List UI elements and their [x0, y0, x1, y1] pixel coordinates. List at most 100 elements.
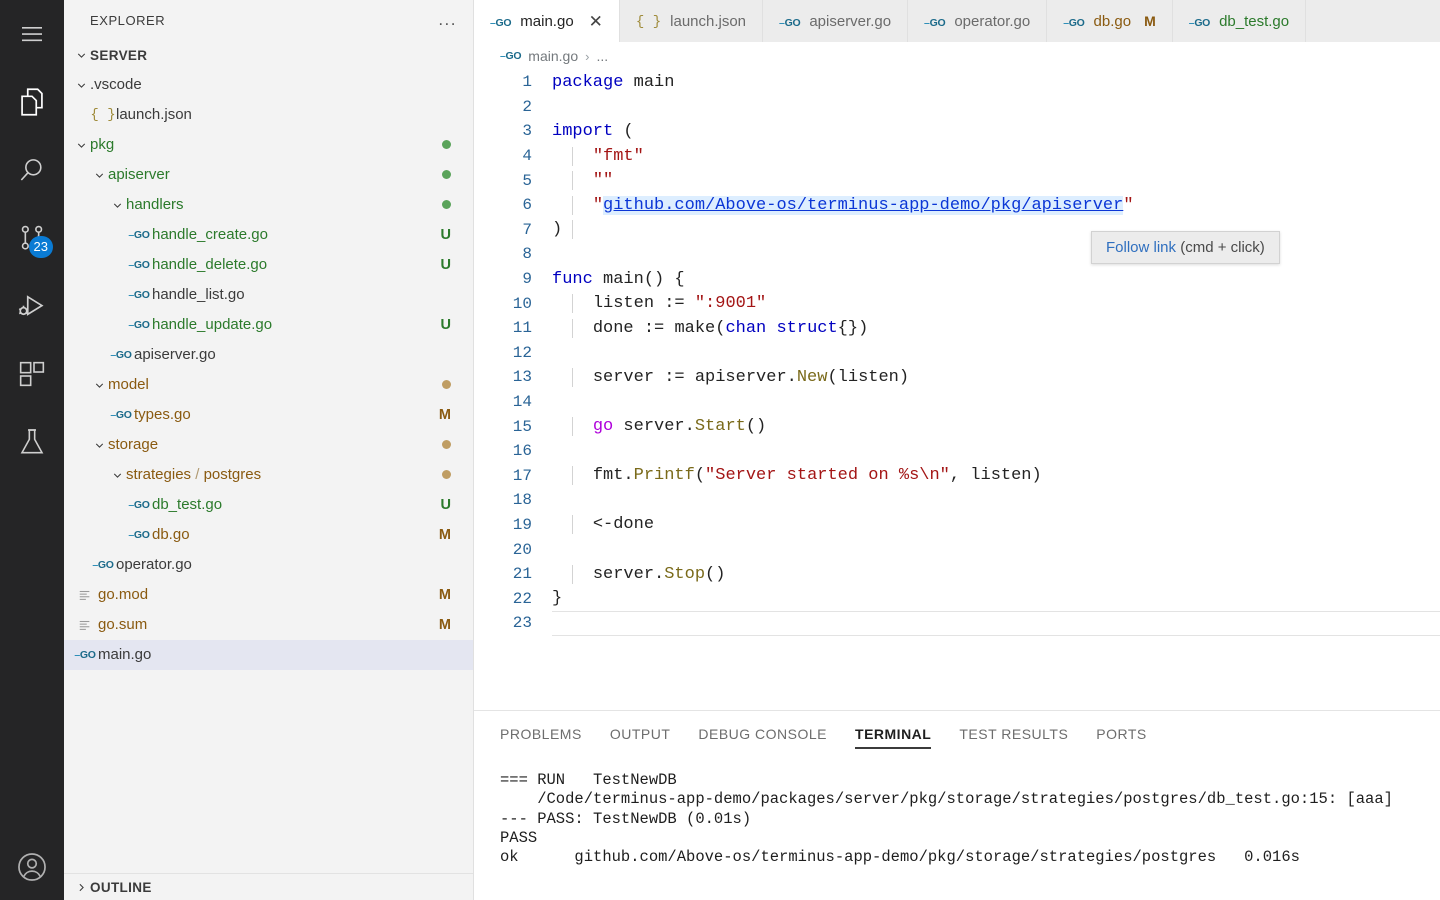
search-icon[interactable] — [0, 136, 64, 204]
breadcrumb[interactable]: –GO main.go › ... — [474, 42, 1440, 70]
git-status-letter: M — [439, 587, 451, 603]
tree-item-pkg[interactable]: pkg — [64, 130, 473, 160]
git-status-letter: U — [441, 227, 451, 243]
go-file-icon: –GO — [126, 229, 152, 241]
editor-tab-db_test-go[interactable]: –GOdb_test.go — [1173, 0, 1306, 42]
code-line[interactable]: 13 server := apiserver.New(listen) — [474, 365, 1440, 390]
editor-tab-launch-json[interactable]: { }launch.json — [620, 0, 763, 42]
code-line[interactable]: 18 — [474, 488, 1440, 513]
code-line[interactable]: 11 done := make(chan struct{}) — [474, 316, 1440, 341]
explorer-more-actions-button[interactable]: ... — [438, 15, 457, 25]
code-line[interactable]: 5 "" — [474, 168, 1440, 193]
tree-item-handle_update.go[interactable]: –GOhandle_update.goU — [64, 310, 473, 340]
panel-tab-output[interactable]: OUTPUT — [610, 711, 671, 757]
menu-icon[interactable] — [0, 0, 64, 68]
tree-item-handle_create.go[interactable]: –GOhandle_create.goU — [64, 220, 473, 250]
tree-item-go.mod[interactable]: go.modM — [64, 580, 473, 610]
chevron-down-icon[interactable] — [90, 379, 108, 392]
breadcrumb-rest[interactable]: ... — [596, 48, 608, 64]
close-icon[interactable]: ✕ — [589, 13, 603, 30]
breadcrumb-file[interactable]: main.go — [528, 48, 578, 64]
tab-git-status: M — [1144, 13, 1156, 29]
chevron-down-icon[interactable] — [108, 469, 126, 482]
code-editor[interactable]: 1package main23import (4 "fmt"5 ""6 "git… — [474, 70, 1440, 710]
code-text: go server.Start() — [552, 417, 766, 436]
tree-item-launch.json[interactable]: { }launch.json — [64, 100, 473, 130]
extensions-icon[interactable] — [0, 340, 64, 408]
editor-tab-operator-go[interactable]: –GOoperator.go — [908, 0, 1047, 42]
code-line[interactable]: 9func main() { — [474, 267, 1440, 292]
git-status-letter: M — [439, 527, 451, 543]
testing-icon[interactable] — [0, 408, 64, 476]
tree-item-handle_list.go[interactable]: –GOhandle_list.go — [64, 280, 473, 310]
tree-item-label: go.sum — [98, 610, 147, 640]
editor-tab-db-go[interactable]: –GOdb.goM — [1047, 0, 1173, 42]
account-icon[interactable] — [0, 850, 64, 884]
tree-item-main.go[interactable]: –GOmain.go — [64, 640, 473, 670]
code-line[interactable]: 3import ( — [474, 119, 1440, 144]
code-line[interactable]: 21 server.Stop() — [474, 562, 1440, 587]
chevron-down-icon[interactable] — [90, 439, 108, 452]
panel-tab-debug-console[interactable]: DEBUG CONSOLE — [698, 711, 827, 757]
code-line[interactable]: 23 — [474, 611, 1440, 636]
outline-section-header[interactable]: OUTLINE — [64, 874, 473, 900]
tree-item-.vscode[interactable]: .vscode — [64, 70, 473, 100]
code-line[interactable]: 17 fmt.Printf("Server started on %s\n", … — [474, 464, 1440, 489]
tree-item-apiserver[interactable]: apiserver — [64, 160, 473, 190]
chevron-down-icon[interactable] — [72, 79, 90, 92]
code-line[interactable]: 20 — [474, 537, 1440, 562]
line-number: 19 — [474, 516, 552, 534]
code-line[interactable]: 22} — [474, 586, 1440, 611]
code-line[interactable]: 4 "fmt" — [474, 144, 1440, 169]
tree-item-storage[interactable]: storage — [64, 430, 473, 460]
code-line[interactable]: 2 — [474, 95, 1440, 120]
file-tree: .vscode{ }launch.jsonpkgapiserverhandler… — [64, 70, 473, 873]
explorer-icon[interactable] — [0, 68, 64, 136]
tree-item-label: db.go — [152, 520, 190, 550]
code-line[interactable]: 16 — [474, 439, 1440, 464]
code-line[interactable]: 15 go server.Start() — [474, 414, 1440, 439]
panel-tab-terminal[interactable]: TERMINAL — [855, 711, 931, 757]
panel-tab-ports[interactable]: PORTS — [1096, 711, 1146, 757]
tree-item-operator.go[interactable]: –GOoperator.go — [64, 550, 473, 580]
run-debug-icon[interactable] — [0, 272, 64, 340]
editor-area: –GOmain.go✕{ }launch.json–GOapiserver.go… — [474, 0, 1440, 900]
line-number: 3 — [474, 122, 552, 140]
terminal-line: PASS — [500, 829, 1440, 848]
editor-tab-apiserver-go[interactable]: –GOapiserver.go — [763, 0, 908, 42]
terminal-output[interactable]: === RUN TestNewDB /Code/terminus-app-dem… — [474, 757, 1440, 900]
tree-item-go.sum[interactable]: go.sumM — [64, 610, 473, 640]
panel-tab-test-results[interactable]: TEST RESULTS — [959, 711, 1068, 757]
code-line[interactable]: 7) — [474, 218, 1440, 243]
tree-item-db.go[interactable]: –GOdb.goM — [64, 520, 473, 550]
code-text: server := apiserver.New(listen) — [552, 368, 909, 387]
code-line[interactable]: 8 — [474, 242, 1440, 267]
code-line[interactable]: 1package main — [474, 70, 1440, 95]
code-line[interactable]: 19 <-done — [474, 513, 1440, 538]
tree-item-strategies-postgres[interactable]: strategies / postgres — [64, 460, 473, 490]
tree-item-handlers[interactable]: handlers — [64, 190, 473, 220]
git-status-letter: U — [441, 317, 451, 333]
line-number: 15 — [474, 418, 552, 436]
go-file-icon: –GO — [1189, 13, 1210, 30]
editor-tab-main-go[interactable]: –GOmain.go✕ — [474, 0, 620, 42]
tree-item-db_test.go[interactable]: –GOdb_test.goU — [64, 490, 473, 520]
tree-item-model[interactable]: model — [64, 370, 473, 400]
panel-tab-problems[interactable]: PROBLEMS — [500, 711, 582, 757]
tree-item-apiserver.go[interactable]: –GOapiserver.go — [64, 340, 473, 370]
tooltip-link-text[interactable]: Follow link — [1106, 239, 1176, 256]
code-text: } — [552, 589, 562, 608]
source-control-icon[interactable]: 23 — [0, 204, 64, 272]
chevron-down-icon[interactable] — [108, 199, 126, 212]
code-line[interactable]: 14 — [474, 390, 1440, 415]
tree-item-types.go[interactable]: –GOtypes.goM — [64, 400, 473, 430]
code-line[interactable]: 10 listen := ":9001" — [474, 291, 1440, 316]
tree-item-handle_delete.go[interactable]: –GOhandle_delete.goU — [64, 250, 473, 280]
code-line[interactable]: 12 — [474, 341, 1440, 366]
explorer-root-section[interactable]: SERVER — [64, 40, 473, 70]
go-file-icon: –GO — [490, 13, 511, 30]
chevron-down-icon[interactable] — [90, 169, 108, 182]
code-line[interactable]: 6 "github.com/Above-os/terminus-app-demo… — [474, 193, 1440, 218]
chevron-down-icon[interactable] — [72, 139, 90, 152]
line-number: 21 — [474, 565, 552, 583]
